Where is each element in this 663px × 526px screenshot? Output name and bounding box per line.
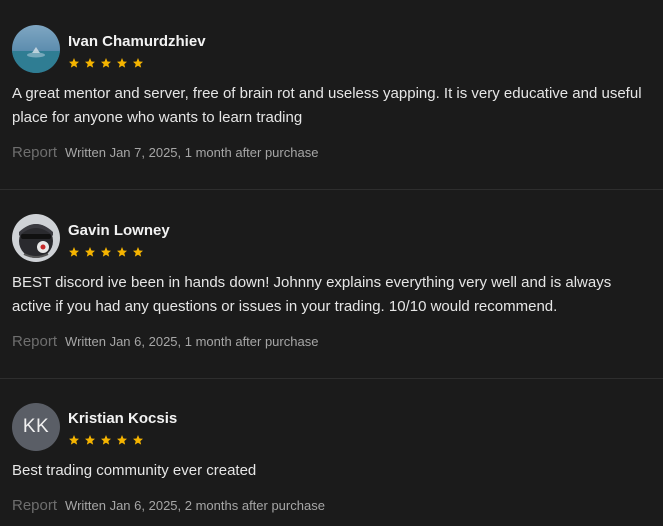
written-date: Written Jan 6, 2025, 2 months after purc… [65,498,325,513]
star-icon [69,58,79,68]
star-rating [68,434,144,446]
star-rating [68,246,144,258]
star-icon [85,435,95,445]
written-date: Written Jan 6, 2025, 1 month after purch… [65,334,319,349]
report-link[interactable]: Report [12,497,57,514]
star-icon [133,247,143,257]
avatar[interactable] [12,25,60,73]
avatar-image [12,25,60,73]
report-link[interactable]: Report [12,333,57,350]
star-icon [69,435,79,445]
reviewer-name[interactable]: Ivan Chamurdzhiev [68,33,206,50]
star-icon [69,247,79,257]
star-icon [101,435,111,445]
review-card: KK Kristian Kocsis Best trading communit… [0,378,663,526]
star-icon [101,58,111,68]
avatar-image [12,214,60,262]
review-card: Gavin Lowney BEST discord ive been in ha… [0,189,663,378]
review-text: Best trading community ever created [12,462,257,479]
review-meta: Report Written Jan 6, 2025, 1 month afte… [12,333,318,350]
reviewer-name[interactable]: Kristian Kocsis [68,410,177,427]
star-icon [117,435,127,445]
reviewer-name[interactable]: Gavin Lowney [68,222,170,239]
star-icon [85,247,95,257]
star-icon [117,247,127,257]
review-text: A great mentor and server, free of brain… [12,85,642,126]
review-text: BEST discord ive been in hands down! Joh… [12,274,612,315]
star-icon [133,435,143,445]
star-rating [68,57,144,69]
star-icon [85,58,95,68]
report-link[interactable]: Report [12,144,57,161]
written-date: Written Jan 7, 2025, 1 month after purch… [65,145,319,160]
avatar-initials[interactable]: KK [12,403,60,451]
star-icon [101,247,111,257]
review-card: Ivan Chamurdzhiev A great mentor and ser… [0,0,663,189]
star-icon [117,58,127,68]
review-meta: Report Written Jan 7, 2025, 1 month afte… [12,144,318,161]
review-meta: Report Written Jan 6, 2025, 2 months aft… [12,497,325,514]
avatar[interactable] [12,214,60,262]
star-icon [133,58,143,68]
